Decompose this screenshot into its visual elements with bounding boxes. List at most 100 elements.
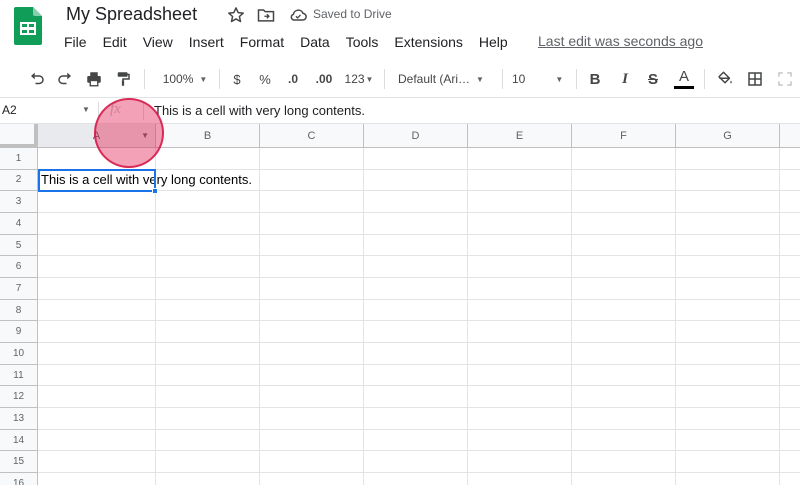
currency-format-button[interactable]: $ <box>228 68 246 90</box>
menu-format[interactable]: Format <box>232 32 292 52</box>
chevron-down-icon[interactable]: ▼ <box>82 105 90 114</box>
row-header-11[interactable]: 11 <box>0 364 38 387</box>
column-header-d[interactable]: D <box>364 124 468 148</box>
percent-format-button[interactable]: % <box>256 68 274 90</box>
fill-color-icon[interactable] <box>714 68 736 90</box>
menu-file[interactable]: File <box>56 32 95 52</box>
toolbar-divider <box>384 69 385 89</box>
row-header-12[interactable]: 12 <box>0 386 38 409</box>
text-color-swatch <box>674 86 694 89</box>
saved-status: Saved to Drive <box>313 7 392 21</box>
last-edit-link[interactable]: Last edit was seconds ago <box>538 33 703 49</box>
column-header-c[interactable]: C <box>260 124 364 148</box>
bold-button[interactable]: B <box>586 68 604 90</box>
column-gridline <box>675 148 676 485</box>
merge-cells-icon[interactable] <box>774 68 796 90</box>
menu-help[interactable]: Help <box>471 32 516 52</box>
row-gridline <box>38 277 800 279</box>
toolbar-divider <box>576 69 577 89</box>
menu-extensions[interactable]: Extensions <box>386 32 470 52</box>
menu-data[interactable]: Data <box>292 32 338 52</box>
toolbar: 100% ▼ $ % .0 .00 123 ▼ Default (Ari… ▼ … <box>0 60 800 98</box>
row-gridline <box>38 212 800 213</box>
column-header-h[interactable] <box>780 124 800 148</box>
column-header-e[interactable]: E <box>468 124 572 148</box>
move-to-folder-icon[interactable] <box>256 5 276 25</box>
undo-icon[interactable] <box>26 68 48 90</box>
italic-button[interactable]: I <box>616 68 634 90</box>
sheets-logo[interactable] <box>14 7 42 45</box>
row-gridline <box>38 255 800 257</box>
chevron-down-icon: ▼ <box>199 74 208 84</box>
row-gridline <box>38 233 800 235</box>
chevron-down-icon: ▼ <box>365 74 374 84</box>
select-all-corner[interactable] <box>0 124 38 148</box>
menu-insert[interactable]: Insert <box>181 32 232 52</box>
row-header-5[interactable]: 5 <box>0 234 38 257</box>
redo-icon[interactable] <box>54 68 76 90</box>
row-header-1[interactable]: 1 <box>0 148 38 170</box>
more-formats-select[interactable]: 123 ▼ <box>342 68 376 90</box>
row-header-10[interactable]: 10 <box>0 343 38 365</box>
row-header-4[interactable]: 4 <box>0 213 38 235</box>
column-gridline <box>779 148 780 485</box>
row-gridline <box>38 363 800 365</box>
toolbar-divider <box>219 69 220 89</box>
font-size-select[interactable]: 10 ▼ <box>512 68 570 90</box>
row-header-3[interactable]: 3 <box>0 191 38 213</box>
column-header-b[interactable]: B <box>156 124 260 148</box>
row-gridline <box>38 342 800 344</box>
toolbar-divider <box>704 69 705 89</box>
cell-area[interactable]: This is a cell with very long contents. <box>38 148 800 485</box>
borders-icon[interactable] <box>744 68 766 90</box>
print-icon[interactable] <box>83 68 105 90</box>
column-header-f[interactable]: F <box>572 124 676 148</box>
chevron-down-icon: ▼ <box>476 74 484 84</box>
row-header-16[interactable]: 16 <box>0 473 38 485</box>
row-header-13[interactable]: 13 <box>0 408 38 430</box>
paint-format-icon[interactable] <box>112 68 134 90</box>
row-header-2[interactable]: 2 <box>0 169 38 192</box>
row-header-15[interactable]: 15 <box>0 451 38 474</box>
row-gridline <box>38 450 800 452</box>
name-box[interactable]: A2 <box>2 103 17 117</box>
row-header-8[interactable]: 8 <box>0 299 38 322</box>
more-formats-label: 123 <box>344 72 365 86</box>
menu-edit[interactable]: Edit <box>95 32 135 52</box>
row-gridline <box>38 385 800 387</box>
formula-input[interactable]: This is a cell with very long contents. <box>154 103 365 118</box>
selected-cell-a2[interactable] <box>38 169 156 192</box>
toolbar-divider <box>502 69 503 89</box>
row-header-6[interactable]: 6 <box>0 256 38 278</box>
font-size-value: 10 <box>512 72 526 86</box>
column-gridline <box>363 148 364 485</box>
column-gridline <box>467 148 468 485</box>
toolbar-divider <box>144 69 145 89</box>
strikethrough-button[interactable]: S <box>644 68 662 90</box>
zoom-select[interactable]: 100% ▼ <box>155 68 215 90</box>
column-header-g[interactable]: G <box>676 124 780 148</box>
row-header-7[interactable]: 7 <box>0 278 38 300</box>
font-family-select[interactable]: Default (Ari… ▼ <box>398 68 494 90</box>
chevron-down-icon: ▼ <box>555 74 564 84</box>
decrease-decimals-button[interactable]: .0 <box>282 68 304 90</box>
row-gridline <box>38 428 800 430</box>
star-icon[interactable] <box>226 5 246 25</box>
row-gridline <box>38 320 800 322</box>
menu-view[interactable]: View <box>135 32 181 52</box>
menu-tools[interactable]: Tools <box>338 32 387 52</box>
row-gridline <box>38 472 800 474</box>
row-gridline <box>38 407 800 409</box>
zoom-value: 100% <box>162 72 194 86</box>
click-indicator <box>94 98 164 168</box>
menu-bar: File Edit View Insert Format Data Tools … <box>56 32 516 52</box>
app-header: My Spreadsheet Saved to Drive File Edit … <box>0 0 800 58</box>
fill-handle[interactable] <box>152 188 158 194</box>
row-header-9[interactable]: 9 <box>0 321 38 344</box>
row-gridline <box>38 298 800 300</box>
increase-decimals-button[interactable]: .00 <box>311 68 337 90</box>
cloud-saved-icon[interactable] <box>288 5 308 25</box>
document-title[interactable]: My Spreadsheet <box>66 4 197 25</box>
row-header-14[interactable]: 14 <box>0 429 38 452</box>
text-color-button[interactable]: A <box>672 68 696 90</box>
